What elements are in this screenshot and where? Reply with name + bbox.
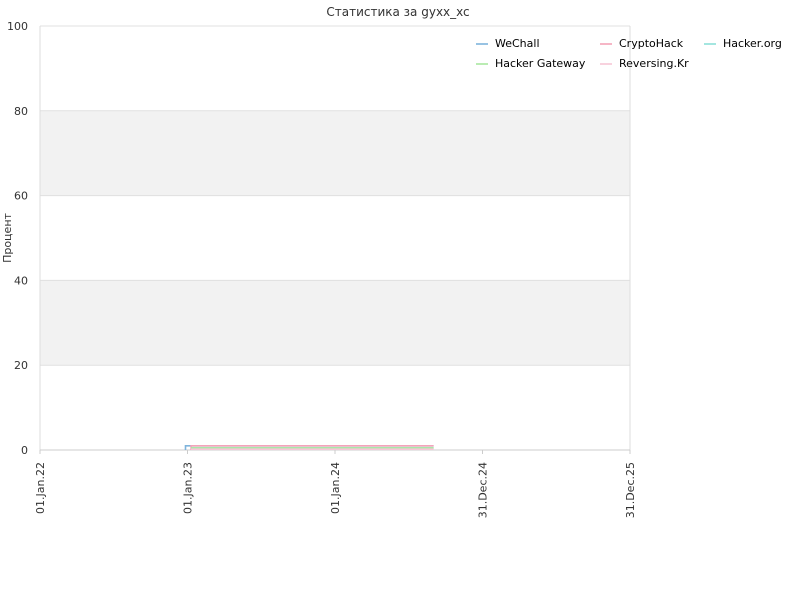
y-axis-label: Процент (1, 212, 14, 262)
x-tick-labels: 01.Jan.22 01.Jan.23 01.Jan.24 31.Dec.24 31.D… (34, 462, 637, 518)
band-20-40 (40, 280, 630, 366)
y-tick-label: 100 (7, 20, 28, 33)
grid-lines (40, 25, 630, 451)
y-tick-label: 60 (14, 190, 28, 203)
legend-entry-wechall: WeChall (495, 37, 540, 50)
legend: WeChall CryptoHack Hacker.org Hacker Gatewa… (476, 37, 782, 70)
legend-entry-reversing-kr: Reversing.Kr (619, 57, 689, 70)
legend-entry-cryptohack: CryptoHack (619, 37, 684, 50)
axes (39, 26, 631, 454)
y-tick-label: 20 (14, 359, 28, 372)
series-lines (184, 444, 434, 451)
chart: 0 20 40 60 80 100 01.Jan.22 01.Jan.23 01.Jan.24… (1, 5, 782, 518)
x-tick-label: 01.Jan.22 (34, 462, 47, 514)
x-tick-label: 01.Jan.24 (329, 462, 342, 514)
y-tick-label: 40 (14, 274, 28, 287)
y-tick-label: 0 (21, 444, 28, 457)
band-60-80 (40, 110, 630, 196)
chart-title: Статистика за gyxx_xc (326, 5, 469, 19)
x-tick-label: 31.Dec.24 (477, 462, 490, 518)
x-tick-label: 31.Dec.25 (624, 462, 637, 518)
x-tick-label: 01.Jan.23 (182, 462, 195, 514)
y-tick-label: 80 (14, 105, 28, 118)
legend-entry-hacker-gateway: Hacker Gateway (495, 57, 586, 70)
plot-background (40, 110, 630, 366)
legend-entry-hacker-org: Hacker.org (723, 37, 782, 50)
